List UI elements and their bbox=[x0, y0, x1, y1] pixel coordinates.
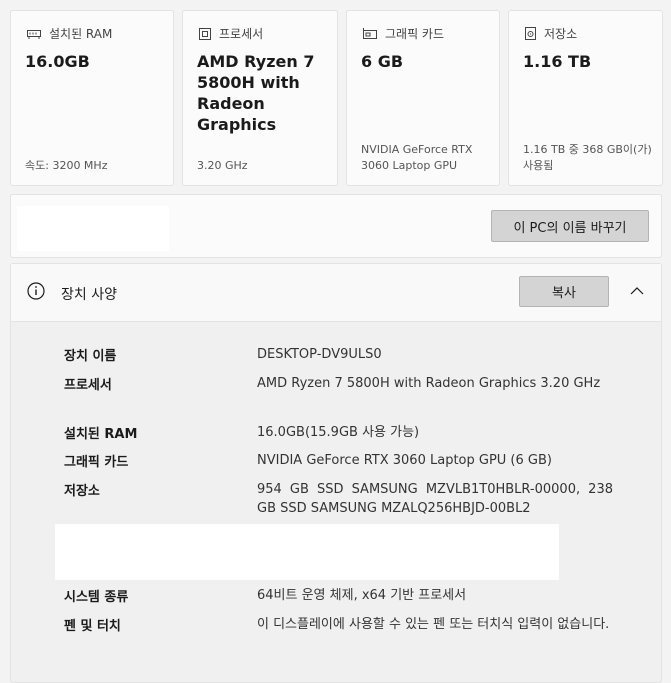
spec-value-graphics: NVIDIA GeForce RTX 3060 Laptop GPU (6 GB… bbox=[257, 453, 552, 468]
spec-value-pen-touch: 이 디스플레이에 사용할 수 있는 펜 또는 터치식 입력이 없습니다. bbox=[257, 617, 610, 632]
ram-card-value: 16.0GB bbox=[25, 52, 90, 71]
spec-label-system-type: 시스템 종류 bbox=[64, 590, 129, 605]
ram-icon bbox=[27, 29, 41, 39]
processor-card-value: AMD Ryzen 7 5800H with Radeon Graphics bbox=[197, 52, 315, 134]
copy-button[interactable]: 복사 bbox=[519, 276, 609, 307]
spec-label-processor: 프로세서 bbox=[64, 378, 112, 393]
redacted-pc-name bbox=[17, 206, 169, 251]
spec-label-device-name: 장치 이름 bbox=[64, 349, 117, 364]
graphics-card-card: 그래픽 카드 6 GB NVIDIA GeForce RTX 3060 Lapt… bbox=[346, 10, 500, 186]
ram-card: 설치된 RAM 16.0GB 속도: 3200 MHz bbox=[10, 10, 174, 186]
spec-value-system-type: 64비트 운영 체제, x64 기반 프로세서 bbox=[257, 588, 467, 603]
spec-label-storage: 저장소 bbox=[64, 484, 100, 499]
spec-value-ram: 16.0GB(15.9GB 사용 가능) bbox=[257, 425, 420, 440]
device-specs-title: 장치 사양 bbox=[61, 287, 117, 303]
ram-card-caption: 설치된 RAM bbox=[27, 25, 112, 42]
spec-label-pen-touch: 펜 및 터치 bbox=[64, 619, 121, 634]
storage-card-sub: 1.16 TB 중 368 GB이(가) 사용됨 bbox=[523, 143, 652, 172]
info-icon bbox=[27, 282, 45, 300]
storage-card-value: 1.16 TB bbox=[523, 52, 592, 71]
spec-label-graphics: 그래픽 카드 bbox=[64, 455, 129, 470]
redacted-region bbox=[55, 524, 559, 580]
chevron-up-icon[interactable] bbox=[630, 286, 644, 296]
ram-card-caption-text: 설치된 RAM bbox=[49, 27, 113, 41]
graphics-card-icon bbox=[363, 27, 377, 39]
storage-card: 저장소 1.16 TB 1.16 TB 중 368 GB이(가) 사용됨 bbox=[508, 10, 663, 186]
processor-card-caption: 프로세서 bbox=[199, 25, 263, 42]
processor-icon bbox=[199, 27, 211, 40]
storage-card-caption-text: 저장소 bbox=[544, 27, 578, 41]
spec-label-ram: 설치된 RAM bbox=[64, 427, 138, 442]
storage-icon bbox=[525, 27, 536, 40]
graphics-card-sub: NVIDIA GeForce RTX 3060 Laptop GPU bbox=[361, 143, 473, 172]
rename-pc-button[interactable]: 이 PC의 이름 바꾸기 bbox=[491, 210, 649, 242]
spec-value-processor: AMD Ryzen 7 5800H with Radeon Graphics 3… bbox=[257, 376, 601, 391]
spec-value-storage: 954 GB SSD SAMSUNG MZVLB1T0HBLR-00000, 2… bbox=[257, 482, 613, 516]
device-specs-header[interactable]: 장치 사양 복사 bbox=[11, 264, 661, 322]
rename-pc-section: 이 PC의 이름 바꾸기 bbox=[10, 194, 662, 258]
device-specs-panel: 장치 사양 복사 장치 이름 DESKTOP-DV9ULS0 프로세서 AMD … bbox=[10, 263, 662, 683]
graphics-card-value: 6 GB bbox=[361, 52, 404, 71]
processor-card-sub: 3.20 GHz bbox=[197, 159, 248, 172]
storage-card-caption: 저장소 bbox=[525, 25, 577, 42]
graphics-card-caption-text: 그래픽 카드 bbox=[385, 27, 445, 41]
graphics-card-caption: 그래픽 카드 bbox=[363, 25, 444, 42]
ram-card-sub: 속도: 3200 MHz bbox=[25, 159, 108, 172]
processor-card: 프로세서 AMD Ryzen 7 5800H with Radeon Graph… bbox=[182, 10, 338, 186]
spec-value-device-name: DESKTOP-DV9ULS0 bbox=[257, 347, 382, 362]
processor-card-caption-text: 프로세서 bbox=[219, 27, 264, 41]
